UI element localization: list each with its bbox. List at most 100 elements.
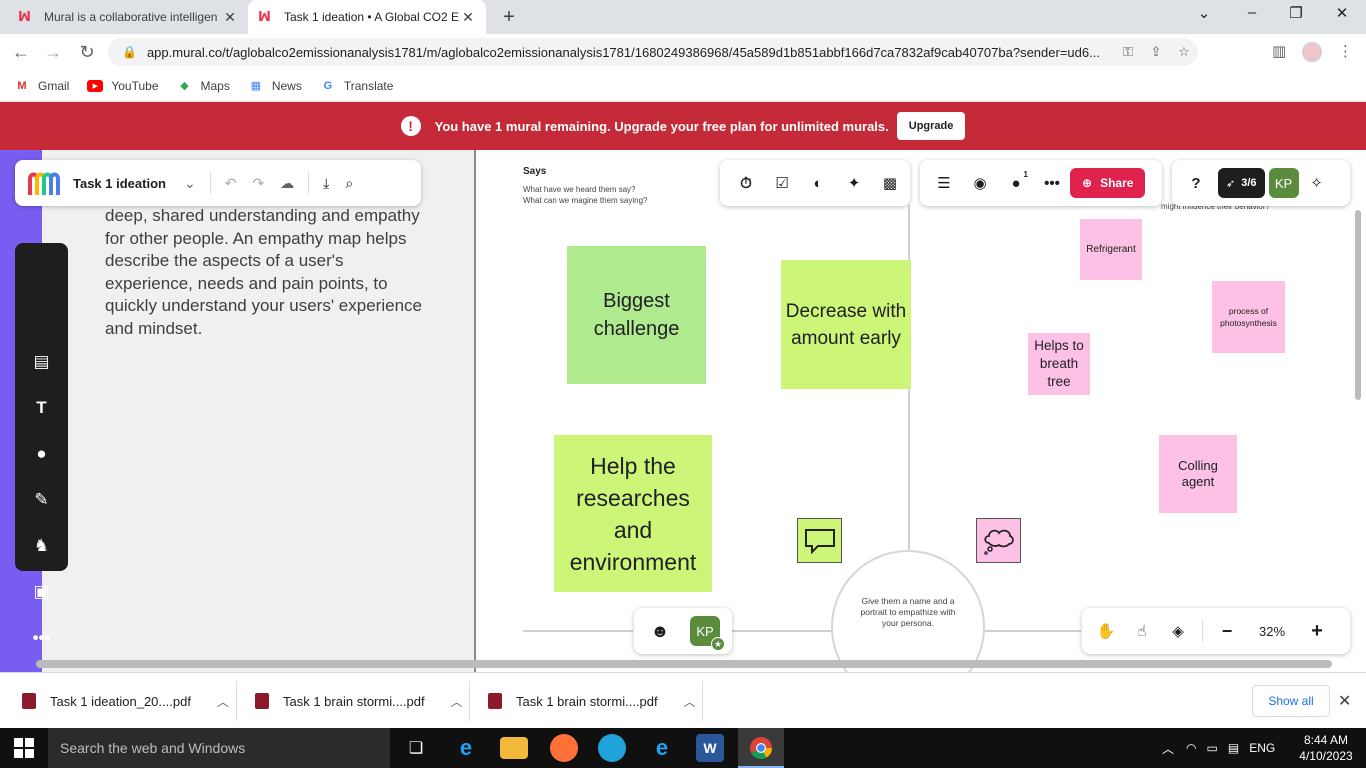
new-tab-button[interactable]: + — [498, 6, 520, 28]
word-icon[interactable]: W — [696, 734, 724, 762]
show-all-downloads-button[interactable]: Show all — [1252, 685, 1330, 717]
private-mode-icon[interactable]: ◐ — [800, 168, 836, 198]
close-window-icon[interactable]: ✕ — [1330, 4, 1354, 22]
speech-bubble-icon[interactable] — [797, 518, 842, 563]
outline-icon[interactable]: ☰ — [926, 168, 962, 198]
taskbar-search[interactable]: Search the web and Windows — [48, 728, 390, 768]
cloud-saved-icon[interactable]: ☁ — [280, 175, 294, 192]
windows-start-icon[interactable] — [14, 738, 34, 758]
collaborators-icon[interactable]: ● 1 — [998, 168, 1034, 198]
profile-avatar[interactable] — [1302, 42, 1322, 62]
close-tab-icon[interactable]: ✕ — [460, 9, 476, 26]
taskbar-clock[interactable]: 8:44 AM 4/10/2023 — [1296, 732, 1356, 764]
thought-bubble-icon[interactable] — [976, 518, 1021, 563]
llama-templates-icon[interactable]: ♞ — [15, 531, 68, 561]
forward-arrow-icon[interactable]: → — [42, 41, 64, 63]
battery-icon[interactable]: ▭ — [1207, 741, 1218, 755]
zoom-level[interactable]: 32% — [1245, 624, 1299, 639]
search-icon[interactable]: ⌕ — [345, 175, 353, 192]
help-icon[interactable]: ? — [1178, 168, 1214, 198]
mural-canvas[interactable]: deep, shared understanding and empathy f… — [0, 150, 1366, 672]
comments-icon[interactable]: ◉ — [962, 168, 998, 198]
sticky-decrease[interactable]: Decrease with amount early — [781, 260, 911, 389]
redo-icon[interactable]: ↷ — [252, 175, 264, 192]
download-item[interactable]: Task 1 ideation_20....pdf ︿ — [22, 681, 229, 721]
vertical-scrollbar[interactable] — [1355, 210, 1361, 400]
persona-circle[interactable]: Give them a name and a portrait to empat… — [831, 550, 985, 672]
bookmark-gmail[interactable]: M Gmail — [14, 79, 69, 93]
self-avatar[interactable]: KP ★ — [690, 616, 725, 651]
tab-mural-home[interactable]: ꟽ Mural is a collaborative intelligen ✕ — [8, 0, 248, 34]
image-tool-icon[interactable]: ▣ — [15, 577, 68, 607]
upgrade-button[interactable]: Upgrade — [896, 112, 966, 140]
text-tool-icon[interactable]: T — [15, 393, 68, 423]
download-icon[interactable]: ⤓ — [323, 175, 329, 192]
zoom-in-icon[interactable]: + — [1299, 616, 1335, 646]
share-button[interactable]: ⊕ Share — [1070, 168, 1146, 198]
sticky-note-tool-icon[interactable]: ▤ — [15, 347, 68, 377]
firefox-icon[interactable] — [550, 734, 578, 762]
draw-tool-icon[interactable]: ✎ — [15, 485, 68, 515]
chrome-menu-icon[interactable]: ⋮ — [1338, 42, 1353, 60]
language-indicator[interactable]: ENG — [1249, 741, 1275, 755]
chevron-up-icon[interactable]: ︿ — [684, 693, 696, 710]
zoom-out-icon[interactable]: − — [1209, 616, 1245, 646]
sticky-photosynthesis[interactable]: process of photosynthesis — [1212, 281, 1285, 353]
key-icon[interactable]: ⚿ — [1114, 44, 1142, 60]
internet-explorer-icon[interactable]: e — [452, 734, 480, 762]
progress-text: 3/6 — [1241, 177, 1257, 189]
bookmark-youtube[interactable]: ▶ YouTube — [87, 79, 159, 93]
map-view-icon[interactable]: ◈ — [1160, 616, 1196, 646]
edge-icon[interactable] — [598, 734, 626, 762]
timer-icon[interactable]: ⏱ — [728, 168, 764, 198]
user-avatar[interactable]: KP — [1268, 168, 1299, 198]
notification-icon[interactable]: ▤ — [1228, 741, 1239, 755]
tab-search-chevron-icon[interactable]: ⌄ — [1192, 4, 1216, 22]
download-item[interactable]: Task 1 brain stormi....pdf ︿ — [488, 681, 696, 721]
side-panel-icon[interactable]: ▥ — [1272, 42, 1286, 60]
sticky-colling-agent[interactable]: Colling agent — [1159, 435, 1237, 513]
chrome-taskbar-active[interactable] — [738, 728, 784, 768]
sticky-help-researches[interactable]: Help the researches and environment — [554, 435, 712, 592]
restore-icon[interactable]: ❐ — [1284, 4, 1308, 22]
more-options-icon[interactable]: ••• — [1034, 168, 1070, 198]
horizontal-scrollbar[interactable] — [36, 660, 1332, 668]
chevron-up-icon[interactable]: ︿ — [451, 693, 463, 710]
mural-logo-icon[interactable] — [27, 169, 61, 197]
minimize-icon[interactable]: – — [1240, 4, 1264, 21]
address-bar[interactable]: 🔒 app.mural.co/t/aglobalco2emissionanaly… — [108, 38, 1198, 66]
chevron-up-icon[interactable]: ︿ — [1162, 740, 1174, 757]
board-title[interactable]: Task 1 ideation — [73, 176, 166, 191]
touch-mode-icon[interactable]: ☝ — [1124, 616, 1160, 646]
close-tab-icon[interactable]: ✕ — [222, 9, 238, 26]
share-page-icon[interactable]: ⇪ — [1142, 44, 1170, 60]
undo-icon[interactable]: ↶ — [225, 175, 237, 192]
sticky-breath-tree[interactable]: Helps to breath tree — [1028, 333, 1090, 395]
ai-sparkle-icon[interactable]: ✧ — [1299, 168, 1335, 198]
bookmark-translate[interactable]: G Translate — [320, 79, 394, 93]
emoji-reaction-icon[interactable]: ☻ — [642, 616, 678, 646]
wifi-icon[interactable]: ◠ — [1186, 741, 1196, 755]
sticky-biggest-challenge[interactable]: Biggest challenge — [567, 246, 706, 384]
bookmark-maps[interactable]: ◆ Maps — [177, 79, 230, 93]
laser-pointer-icon[interactable]: ✦ — [836, 168, 872, 198]
bookmark-news[interactable]: ▦ News — [248, 79, 302, 93]
shapes-tool-icon[interactable]: ● — [15, 439, 68, 469]
download-item[interactable]: Task 1 brain stormi....pdf ︿ — [255, 681, 463, 721]
task-view-icon[interactable]: ❏ — [402, 734, 430, 762]
bookmark-star-icon[interactable]: ☆ — [1170, 44, 1198, 60]
hand-pan-icon[interactable]: ✋ — [1088, 616, 1124, 646]
file-explorer-icon[interactable] — [500, 737, 528, 759]
voting-icon[interactable]: ☑ — [764, 168, 800, 198]
close-downloads-icon[interactable]: ✕ — [1338, 691, 1351, 711]
more-tools-icon[interactable]: ••• — [15, 623, 68, 653]
edge-legacy-icon[interactable]: e — [648, 734, 676, 762]
chevron-down-icon[interactable]: ⌄ — [184, 175, 196, 192]
back-arrow-icon[interactable]: ← — [10, 41, 32, 63]
toolbox-icon[interactable]: ▩ — [872, 168, 908, 198]
tab-task-ideation[interactable]: ꟽ Task 1 ideation • A Global CO2 E ✕ — [248, 0, 486, 34]
chevron-up-icon[interactable]: ︿ — [217, 693, 229, 710]
sticky-refrigerant[interactable]: Refrigerant — [1080, 219, 1142, 280]
reload-icon[interactable]: ↻ — [76, 41, 98, 63]
onboarding-progress-button[interactable]: ➶ 3/6 — [1218, 168, 1265, 198]
